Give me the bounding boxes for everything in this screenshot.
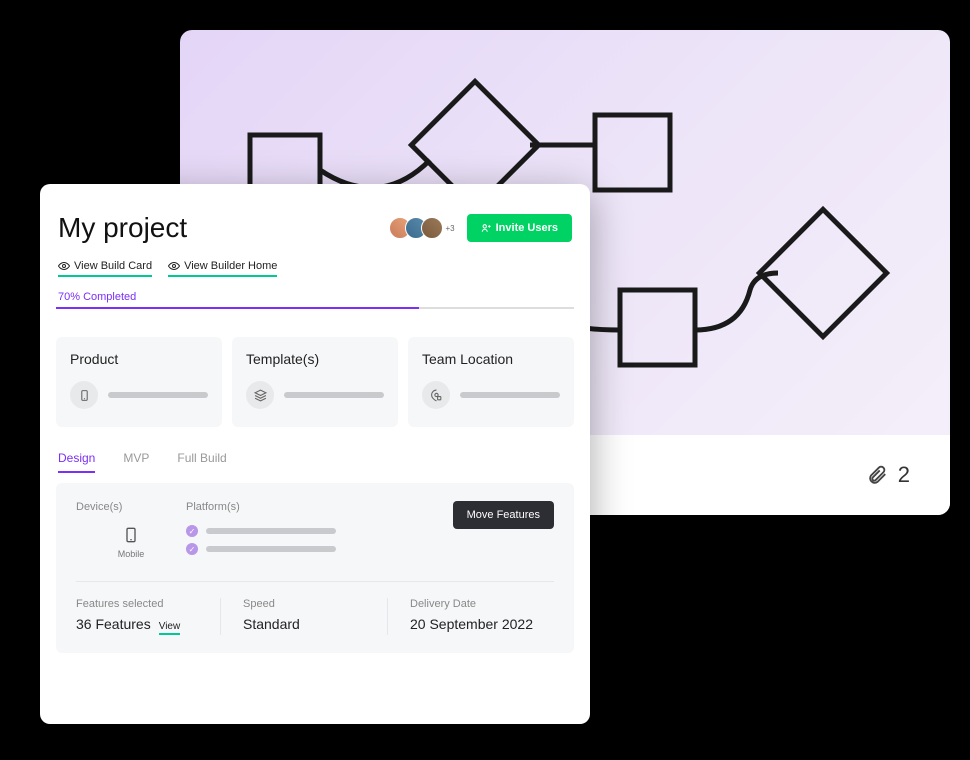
attachment-count: 2	[898, 462, 910, 488]
platforms-label: Platform(s)	[186, 501, 453, 513]
tab-full-build[interactable]: Full Build	[177, 451, 226, 473]
eye-icon	[58, 260, 70, 272]
summary-row: Product Template(s) Team Location	[56, 337, 574, 427]
placeholder	[206, 528, 336, 534]
divider	[76, 581, 554, 582]
device-mobile: Mobile	[76, 525, 186, 559]
progress-fill	[56, 307, 419, 309]
check-icon: ✓	[186, 525, 198, 537]
device-name: Mobile	[118, 549, 145, 559]
speed-label: Speed	[243, 598, 387, 610]
project-title: My project	[58, 212, 187, 244]
tab-mvp[interactable]: MVP	[123, 451, 149, 473]
link-label: View Builder Home	[184, 260, 277, 272]
summary-title: Template(s)	[246, 351, 384, 367]
avatar	[421, 217, 443, 239]
invite-label: Invite Users	[496, 222, 558, 234]
link-label: View Build Card	[74, 260, 152, 272]
project-card: My project +3 Invite Users View Build Ca…	[40, 184, 590, 724]
invite-users-button[interactable]: Invite Users	[467, 214, 572, 242]
devices-label: Device(s)	[76, 501, 186, 513]
mobile-icon	[123, 525, 139, 545]
project-header: My project +3 Invite Users	[56, 212, 574, 244]
features-view-link[interactable]: View	[159, 621, 181, 635]
phone-icon	[70, 381, 98, 409]
placeholder	[460, 392, 560, 398]
progress-bar	[56, 307, 574, 309]
tabs: Design MVP Full Build	[56, 451, 574, 473]
summary-title: Team Location	[422, 351, 560, 367]
design-panel: Device(s) Mobile Platform(s) ✓ ✓ Move Fe…	[56, 483, 574, 653]
summary-title: Product	[70, 351, 208, 367]
delivery-value: 20 September 2022	[410, 616, 554, 632]
summary-templates[interactable]: Template(s)	[232, 337, 398, 427]
attachment-icon	[866, 464, 888, 486]
summary-product[interactable]: Product	[56, 337, 222, 427]
user-plus-icon	[481, 223, 491, 233]
progress-label: 70% Completed	[56, 291, 574, 303]
placeholder	[284, 392, 384, 398]
placeholder	[206, 546, 336, 552]
features-label: Features selected	[76, 598, 220, 610]
avatar-more-count: +3	[446, 224, 455, 233]
platform-item: ✓	[186, 525, 453, 537]
speed-value: Standard	[243, 616, 387, 632]
eye-icon	[168, 260, 180, 272]
tab-design[interactable]: Design	[58, 451, 95, 473]
summary-team-location[interactable]: Team Location	[408, 337, 574, 427]
location-icon	[422, 381, 450, 409]
delivery-label: Delivery Date	[410, 598, 554, 610]
user-avatars[interactable]: +3	[389, 217, 455, 239]
placeholder	[108, 392, 208, 398]
platform-item: ✓	[186, 543, 453, 555]
features-value: 36 Features	[76, 616, 151, 632]
view-builder-home-link[interactable]: View Builder Home	[168, 260, 277, 277]
layers-icon	[246, 381, 274, 409]
view-build-card-link[interactable]: View Build Card	[58, 260, 152, 277]
check-icon: ✓	[186, 543, 198, 555]
view-links: View Build Card View Builder Home	[56, 260, 574, 277]
move-features-button[interactable]: Move Features	[453, 501, 554, 529]
header-actions: +3 Invite Users	[389, 214, 573, 242]
